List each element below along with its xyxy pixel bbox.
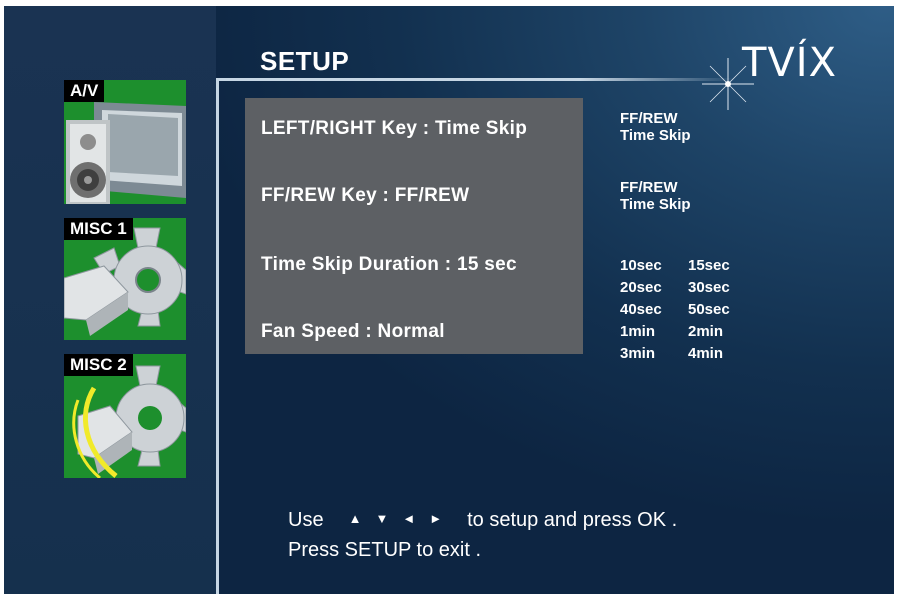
option-ff-rew[interactable]: FF/REW [620, 179, 691, 196]
option-duration[interactable]: 40sec [620, 299, 688, 321]
setting-left-right-key[interactable]: LEFT/RIGHT Key : Time Skip [261, 118, 527, 140]
sidebar-divider [216, 80, 219, 594]
tab-misc-1[interactable]: MISC 1 [64, 218, 186, 340]
help-line-2: Press SETUP to exit . [288, 539, 482, 561]
option-ff-rew[interactable]: FF/REW [620, 110, 691, 127]
tvix-logo: TVÍX [742, 40, 837, 86]
option-time-skip[interactable]: Time Skip [620, 127, 691, 144]
duration-options: 10sec 15sec 20sec 30sec 40sec 50sec 1min 2mi… [620, 255, 756, 365]
page-title: SETUP [260, 46, 350, 76]
option-duration[interactable]: 20sec [620, 277, 688, 299]
option-duration[interactable]: 2min [688, 321, 756, 343]
option-duration[interactable]: 50sec [688, 299, 756, 321]
option-duration[interactable]: 10sec [620, 255, 688, 277]
header-divider [216, 78, 736, 81]
setting-time-skip-duration[interactable]: Time Skip Duration : 15 sec [261, 254, 517, 276]
tab-av-label: A/V [64, 80, 105, 102]
arrow-left-icon: ◄ [402, 511, 416, 526]
option-duration[interactable]: 1min [620, 321, 688, 343]
arrow-up-icon: ▲ [348, 511, 362, 526]
tab-misc-1-label: MISC 1 [64, 218, 133, 240]
setup-screen: SETUP TVÍX A/V MISC 1 MISC 2 LEFT/RIGHT … [4, 6, 894, 594]
arrow-down-icon: ▼ [375, 511, 389, 526]
help-text: Use ▲ ▼ ◄ ► to setup and press OK . Press SET… [288, 504, 677, 565]
setting-fan-speed[interactable]: Fan Speed : Normal [261, 321, 445, 343]
arrow-right-icon: ► [429, 511, 443, 526]
help-tail: to setup and press OK . [467, 509, 678, 531]
option-duration[interactable]: 15sec [688, 255, 756, 277]
option-duration[interactable]: 3min [620, 343, 688, 365]
option-duration[interactable]: 4min [688, 343, 756, 365]
option-time-skip[interactable]: Time Skip [620, 196, 691, 213]
ff-rew-key-options: FF/REW Time Skip [620, 179, 691, 213]
tab-misc-2[interactable]: MISC 2 [64, 354, 186, 478]
tab-av[interactable]: A/V [64, 80, 186, 204]
option-duration[interactable]: 30sec [688, 277, 756, 299]
left-right-key-options: FF/REW Time Skip [620, 110, 691, 144]
tab-misc-2-label: MISC 2 [64, 354, 133, 376]
settings-panel: LEFT/RIGHT Key : Time Skip FF/REW Key : … [245, 98, 583, 354]
setting-ff-rew-key[interactable]: FF/REW Key : FF/REW [261, 185, 469, 207]
help-line-1: Use ▲ ▼ ◄ ► to setup and press OK . [288, 504, 677, 535]
help-use: Use [288, 509, 324, 531]
